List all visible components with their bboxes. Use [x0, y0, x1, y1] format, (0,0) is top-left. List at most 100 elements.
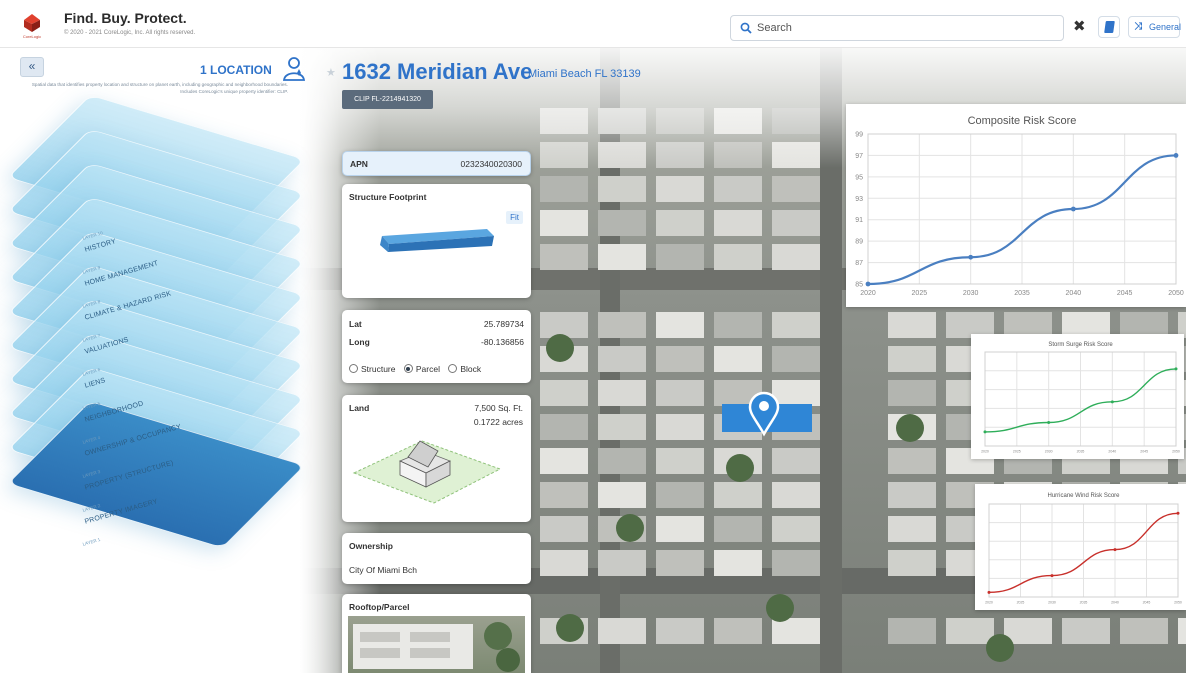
- map-building: [656, 380, 704, 406]
- data-point: [1173, 153, 1179, 158]
- storm-surge-chart[interactable]: Storm Surge Risk Score 2020 2025 2030 2035 20…: [971, 334, 1184, 459]
- long-row: Long -80.136856: [349, 337, 524, 347]
- shuffle-icon: ⤨: [1134, 21, 1142, 32]
- radio-block-label: Block: [460, 364, 482, 374]
- map-tree: [896, 414, 924, 442]
- map-building: [598, 482, 646, 508]
- corelogic-logo[interactable]: CoreLogic: [20, 12, 44, 40]
- data-point: [865, 281, 871, 287]
- layer-title: 1 LOCATION: [200, 63, 272, 77]
- x-tick-label: 2045: [1143, 601, 1151, 605]
- x-tick-label: 2020: [985, 601, 993, 605]
- map-building: [888, 482, 936, 508]
- map-building: [888, 380, 936, 406]
- long-label: Long: [349, 337, 370, 347]
- book-button[interactable]: [1098, 16, 1120, 38]
- map-building: [656, 414, 704, 440]
- map-building: [656, 516, 704, 542]
- y-tick-label: 93: [855, 196, 863, 203]
- hurricane-wind-plot: Hurricane Wind Risk Score 2020 2025 2030 203…: [985, 493, 1182, 605]
- data-point: [968, 254, 974, 260]
- parcel-house-illustration: [352, 440, 502, 504]
- owner-name: City Of Miami Bch: [349, 565, 418, 575]
- y-tick-label: 95: [855, 174, 863, 181]
- data-point: [1070, 206, 1076, 212]
- book-icon: [1104, 21, 1115, 33]
- x-tick-label: 2035: [1080, 601, 1088, 605]
- map-tree: [546, 334, 574, 362]
- ownership-card: Ownership City Of Miami Bch: [342, 533, 531, 584]
- search-input[interactable]: [757, 18, 1057, 38]
- top-bar: CoreLogic Find. Buy. Protect. © 2020 - 2…: [0, 0, 1186, 48]
- radio-block[interactable]: [448, 364, 458, 373]
- map-building: [598, 414, 646, 440]
- map-building: [714, 210, 762, 236]
- radio-structure[interactable]: [349, 364, 358, 373]
- logo-text: CoreLogic: [23, 34, 41, 39]
- map-building: [540, 516, 588, 542]
- map-building: [598, 176, 646, 202]
- radio-parcel[interactable]: [403, 364, 413, 373]
- map-building: [598, 448, 646, 474]
- layer-label[interactable]: LOCATION: [84, 543, 121, 560]
- x-tick-label: 2025: [1013, 450, 1021, 454]
- y-tick-label: 91: [855, 217, 863, 224]
- hurricane-wind-chart[interactable]: Hurricane Wind Risk Score 2020 2025 2030 203…: [975, 484, 1186, 610]
- rooftop-title: Rooftop/Parcel: [349, 602, 410, 612]
- structure-footprint-card: Structure Footprint Fit: [342, 184, 531, 298]
- data-point: [983, 430, 987, 434]
- data-point: [987, 590, 991, 594]
- map-building: [656, 618, 704, 644]
- search-box[interactable]: [730, 15, 1064, 41]
- storm-surge-plot: Storm Surge Risk Score 2020 2025 2030 2035 20…: [981, 342, 1180, 454]
- lat-value: 25.789734: [483, 319, 524, 329]
- map-building: [1178, 618, 1186, 644]
- map-building: [598, 312, 646, 338]
- map-building: [772, 380, 820, 406]
- layer-stack: LAYER 10 HISTORY LAYER 9 HOME MANAGEMENT LAY…: [0, 0, 330, 673]
- y-tick-label: 85: [855, 282, 863, 289]
- rooftop-image[interactable]: [348, 616, 525, 673]
- favorite-star-icon[interactable]: ★: [326, 66, 336, 79]
- chart-title: Hurricane Wind Risk Score: [1047, 493, 1120, 499]
- composite-risk-chart[interactable]: Composite Risk Score 2020 2025 2030 2035 2040…: [846, 104, 1186, 307]
- layer-number: LAYER 1: [82, 536, 101, 547]
- clear-search-button[interactable]: ✖: [1073, 19, 1086, 35]
- map-building: [656, 210, 704, 236]
- map-building: [540, 448, 588, 474]
- general-button[interactable]: ⤨ General: [1128, 16, 1182, 38]
- map-building: [540, 210, 588, 236]
- x-tick-label: 2030: [963, 290, 979, 297]
- x-tick-label: 2050: [1168, 290, 1184, 297]
- map-building: [598, 550, 646, 576]
- search-icon: [740, 22, 752, 34]
- x-tick-label: 2050: [1172, 450, 1180, 454]
- map-building: [540, 550, 588, 576]
- x-tick-label: 2025: [912, 290, 928, 297]
- data-point: [1110, 400, 1114, 404]
- data-point: [1047, 421, 1051, 424]
- x-tick-label: 2040: [1108, 450, 1116, 454]
- x-tick-label: 2035: [1077, 450, 1085, 454]
- map-building: [888, 618, 936, 644]
- map-building: [598, 210, 646, 236]
- map-building: [772, 210, 820, 236]
- copyright-text: © 2020 - 2021 CoreLogic, Inc. All rights…: [64, 30, 196, 36]
- map-building: [598, 380, 646, 406]
- map-building: [888, 516, 936, 542]
- data-point: [1113, 548, 1117, 552]
- map-building: [598, 244, 646, 270]
- general-label: General: [1149, 22, 1182, 32]
- map-building: [714, 346, 762, 372]
- collapse-panel-button[interactable]: «: [20, 57, 44, 77]
- map-building: [656, 312, 704, 338]
- x-tick-label: 2025: [1017, 601, 1025, 605]
- chart-title: Storm Surge Risk Score: [1048, 342, 1113, 348]
- map-building: [888, 550, 936, 576]
- clip-badge[interactable]: CLIP FL-2214941320: [342, 90, 433, 109]
- map-building: [772, 516, 820, 542]
- radio-parcel-label: Parcel: [415, 364, 440, 374]
- long-value: -80.136856: [480, 337, 524, 347]
- y-tick-label: 99: [855, 132, 863, 139]
- rooftop-parcel-card: Rooftop/Parcel: [342, 594, 531, 673]
